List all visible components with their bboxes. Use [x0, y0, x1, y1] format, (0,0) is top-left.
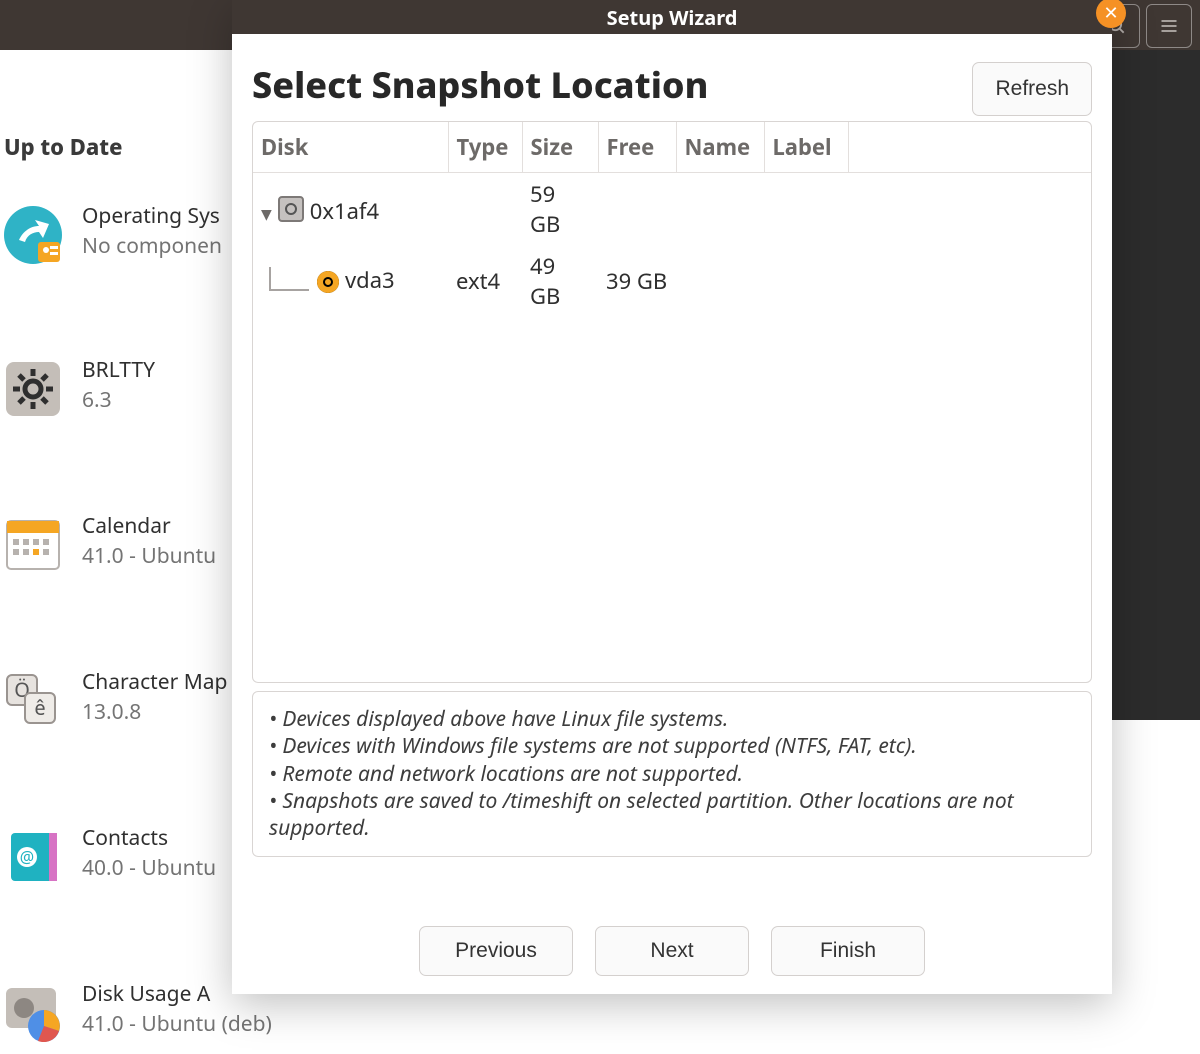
sidebar-item-subtitle: 41.0 - Ubuntu (deb)	[82, 1010, 272, 1038]
hint-line: • Devices with Windows file systems are …	[269, 733, 1075, 760]
charmap-icon: Öê	[4, 672, 62, 730]
sidebar-item-calendar[interactable]: Calendar 41.0 - Ubuntu	[0, 506, 235, 586]
sidebar-heading: Up to Date	[4, 132, 122, 162]
sidebar-item-diskusage[interactable]: Disk Usage A 41.0 - Ubuntu (deb)	[0, 974, 235, 1054]
gear-icon	[4, 360, 62, 418]
sidebar-item-subtitle: 6.3	[82, 386, 112, 414]
menu-icon	[1159, 16, 1179, 36]
disk-row[interactable]: ▼ 0x1af4 59 GB	[253, 173, 1091, 246]
tree-branch-icon	[269, 267, 309, 291]
partition-type: ext4	[448, 245, 522, 317]
col-spacer	[848, 122, 1091, 173]
col-name[interactable]: Name	[676, 122, 764, 173]
setup-wizard-dialog: Setup Wizard ✕ Select Snapshot Location …	[232, 0, 1112, 994]
svg-text:@: @	[20, 846, 34, 868]
sidebar-item-title: Calendar	[82, 512, 171, 540]
sidebar-item-title: BRLTTY	[82, 356, 155, 384]
wizard-footer: Previous Next Finish	[232, 926, 1112, 976]
software-sidebar: Up to Date Operating Sys No componen BRL…	[0, 50, 235, 994]
sidebar-item-title: Disk Usage A	[82, 980, 210, 1008]
col-label[interactable]: Label	[764, 122, 848, 173]
sidebar-item-os[interactable]: Operating Sys No componen	[0, 196, 235, 276]
hint-line: • Remote and network locations are not s…	[269, 761, 1075, 788]
sidebar-item-subtitle: 41.0 - Ubuntu	[82, 542, 216, 570]
hint-line: • Devices displayed above have Linux fil…	[269, 706, 1075, 733]
partition-row[interactable]: vda3 ext4 49 GB 39 GB	[253, 245, 1091, 317]
partition-name: vda3	[345, 265, 395, 295]
sidebar-item-subtitle: 13.0.8	[82, 698, 141, 726]
sidebar-item-charmap[interactable]: Öê Character Map 13.0.8	[0, 662, 235, 742]
sidebar-item-brltty[interactable]: BRLTTY 6.3	[0, 350, 235, 430]
sidebar-item-subtitle: 40.0 - Ubuntu	[82, 854, 216, 882]
col-size[interactable]: Size	[522, 122, 598, 173]
sidebar-item-title: Contacts	[82, 824, 168, 852]
sidebar-item-title: Character Map	[82, 668, 227, 696]
page-title: Select Snapshot Location	[252, 60, 708, 109]
finish-button[interactable]: Finish	[771, 926, 925, 976]
refresh-button[interactable]: Refresh	[972, 62, 1092, 116]
partition-free: 39 GB	[598, 245, 676, 317]
dialog-titlebar: Setup Wizard ✕	[232, 0, 1112, 34]
col-disk[interactable]: Disk	[253, 122, 448, 173]
dialog-title: Setup Wizard	[607, 4, 738, 31]
next-button[interactable]: Next	[595, 926, 749, 976]
hint-line: • Snapshots are saved to /timeshift on s…	[269, 788, 1075, 843]
col-type[interactable]: Type	[448, 122, 522, 173]
calendar-icon	[4, 516, 62, 574]
previous-button[interactable]: Previous	[419, 926, 573, 976]
sidebar-item-subtitle: No componen	[82, 232, 222, 260]
disk-usage-icon	[4, 984, 62, 1042]
col-free[interactable]: Free	[598, 122, 676, 173]
disk-size: 59 GB	[522, 173, 598, 246]
hints-box: • Devices displayed above have Linux fil…	[252, 691, 1092, 857]
os-icon	[4, 206, 62, 264]
hamburger-button[interactable]	[1146, 4, 1192, 48]
sidebar-item-title: Operating Sys	[82, 202, 220, 230]
disk-table: Disk Type Size Free Name Label ▼ 0x1af4 5…	[252, 121, 1092, 683]
disk-icon	[278, 196, 304, 222]
table-header-row: Disk Type Size Free Name Label	[253, 122, 1091, 173]
partition-size: 49 GB	[522, 245, 598, 317]
disk-name: 0x1af4	[310, 196, 379, 226]
svg-text:ê: ê	[34, 694, 45, 721]
close-icon: ✕	[1103, 1, 1118, 25]
partition-selected-icon[interactable]	[317, 271, 339, 293]
sidebar-item-contacts[interactable]: @ Contacts 40.0 - Ubuntu	[0, 818, 235, 898]
contacts-icon: @	[4, 828, 62, 886]
expand-toggle-icon[interactable]: ▼	[261, 205, 272, 224]
